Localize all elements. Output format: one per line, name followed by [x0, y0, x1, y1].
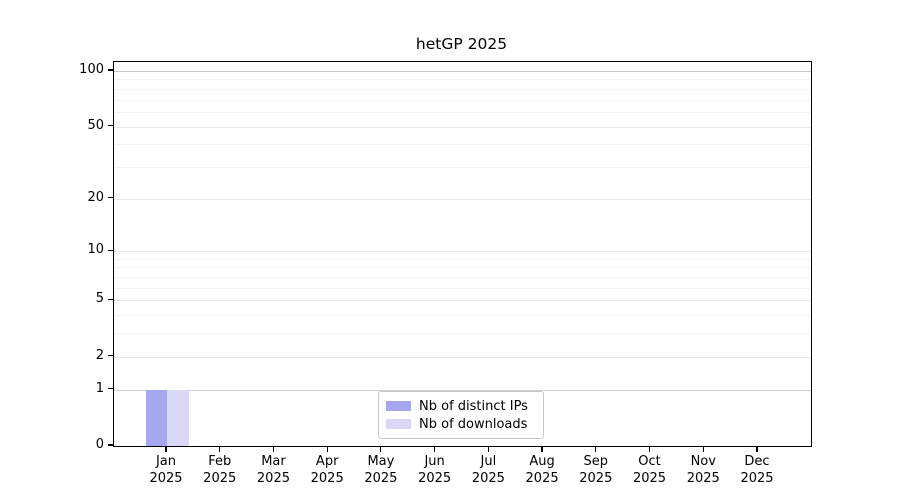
legend-swatch-distinct-ips — [386, 401, 411, 411]
y-tick-0 — [108, 444, 113, 446]
gridline-minor-8 — [114, 267, 811, 269]
y-tick-label-20: 20 — [87, 189, 104, 205]
gridline-major-2 — [114, 356, 811, 358]
gridline-minor-60 — [114, 111, 811, 113]
legend-label: Nb of distinct IPs — [419, 398, 528, 414]
legend-item-distinct-ips: Nb of distinct IPs — [385, 397, 537, 415]
legend-item-downloads: Nb of downloads — [385, 415, 537, 433]
gridline-minor-4 — [114, 315, 811, 317]
gridline-minor-40 — [114, 144, 811, 146]
x-tick-jan — [165, 446, 167, 452]
plot-area — [113, 61, 812, 447]
bar-jan-downloads — [167, 389, 189, 446]
legend: Nb of distinct IPs Nb of downloads — [378, 391, 544, 439]
gridline-major-10 — [114, 251, 811, 253]
x-tick-feb — [219, 446, 221, 452]
y-tick-label-5: 5 — [95, 291, 104, 307]
y-tick-50 — [108, 124, 113, 127]
gridline-minor-6 — [114, 287, 811, 289]
y-tick-1 — [108, 388, 113, 390]
gridline-minor-9 — [114, 258, 811, 260]
gridline-minor-80 — [114, 88, 811, 90]
chart-title: hetGP 2025 — [415, 35, 508, 53]
y-tick-label-10: 10 — [87, 242, 104, 258]
y-tick-label-0: 0 — [95, 437, 104, 452]
y-tick-20 — [108, 197, 113, 199]
gridline-major-20 — [114, 198, 811, 200]
y-tick-label-1: 1 — [95, 380, 104, 396]
x-tick-label-dec: Dec 2025 — [740, 454, 774, 486]
x-tick-sep — [595, 446, 597, 452]
gridline-major-100 — [114, 71, 811, 72]
gridline-major-50 — [114, 126, 811, 128]
x-tick-jun — [434, 446, 436, 452]
y-tick-label-50: 50 — [87, 117, 104, 133]
x-tick-apr — [326, 446, 328, 452]
bar-jan-distinct-ips — [145, 389, 167, 446]
x-tick-nov — [702, 446, 704, 452]
gridline-minor-7 — [114, 277, 811, 279]
x-tick-aug — [541, 446, 543, 452]
y-tick-10 — [108, 249, 113, 251]
y-tick-label-100: 100 — [79, 62, 104, 77]
gridline-minor-3 — [114, 333, 811, 335]
gridline-minor-30 — [114, 166, 811, 168]
x-tick-jul — [487, 446, 489, 452]
chart-canvas: hetGP 2025 0 1 2 5 10 20 50 100 Jan 2025 Feb 2025 Ma… — [0, 0, 900, 500]
y-tick-5 — [108, 298, 113, 300]
legend-swatch-downloads — [386, 419, 411, 429]
y-tick-100 — [108, 69, 113, 71]
x-tick-mar — [272, 446, 275, 452]
gridline-minor-70 — [114, 99, 811, 101]
x-tick-may — [380, 446, 382, 452]
x-tick-dec — [756, 446, 758, 452]
x-tick-oct — [648, 446, 651, 452]
gridline-minor-90 — [114, 79, 811, 81]
y-tick-2 — [108, 355, 113, 357]
y-tick-label-2: 2 — [95, 347, 104, 363]
gridline-major-5 — [114, 300, 811, 302]
legend-label: Nb of downloads — [419, 416, 528, 432]
